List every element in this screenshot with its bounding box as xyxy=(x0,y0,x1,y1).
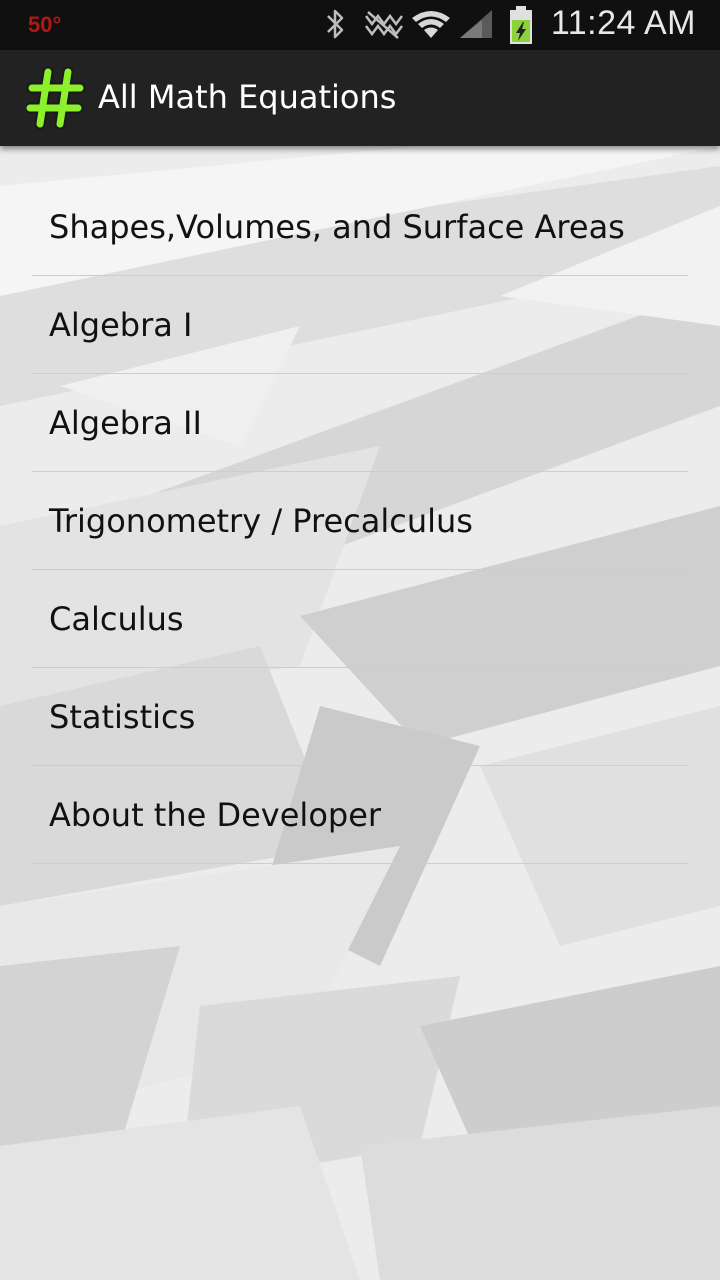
list-item-label: Algebra II xyxy=(49,403,202,442)
bluetooth-icon xyxy=(327,9,344,39)
signal-icon xyxy=(460,10,492,38)
list-item-label: Calculus xyxy=(49,599,184,638)
list-item-about-developer[interactable]: About the Developer xyxy=(32,766,688,864)
temperature-indicator: 50° xyxy=(28,12,62,37)
action-bar: All Math Equations xyxy=(0,50,720,146)
list-item-label: Statistics xyxy=(49,697,196,736)
list-item-label: About the Developer xyxy=(49,795,382,834)
app-title: All Math Equations xyxy=(98,78,397,116)
list-item-algebra-2[interactable]: Algebra II xyxy=(32,374,688,472)
nfc-off-icon xyxy=(365,11,403,39)
category-list: Shapes,Volumes, and Surface Areas Algebr… xyxy=(32,178,688,864)
status-icons xyxy=(327,9,492,39)
hash-icon[interactable] xyxy=(26,66,86,130)
list-item-calculus[interactable]: Calculus xyxy=(32,570,688,668)
wifi-icon xyxy=(412,11,450,38)
list-item-statistics[interactable]: Statistics xyxy=(32,668,688,766)
list-item-label: Algebra I xyxy=(49,305,193,344)
main-content: Shapes,Volumes, and Surface Areas Algebr… xyxy=(0,146,720,1280)
clock: 11:24 AM xyxy=(550,4,696,42)
list-item-algebra-1[interactable]: Algebra I xyxy=(32,276,688,374)
list-item-label: Shapes,Volumes, and Surface Areas xyxy=(49,207,625,246)
list-item-label: Trigonometry / Precalculus xyxy=(49,501,473,540)
status-bar: 50° 11:24 AM xyxy=(0,0,720,50)
list-item-shapes[interactable]: Shapes,Volumes, and Surface Areas xyxy=(32,178,688,276)
list-item-trigonometry[interactable]: Trigonometry / Precalculus xyxy=(32,472,688,570)
battery-charging-icon xyxy=(510,6,532,44)
